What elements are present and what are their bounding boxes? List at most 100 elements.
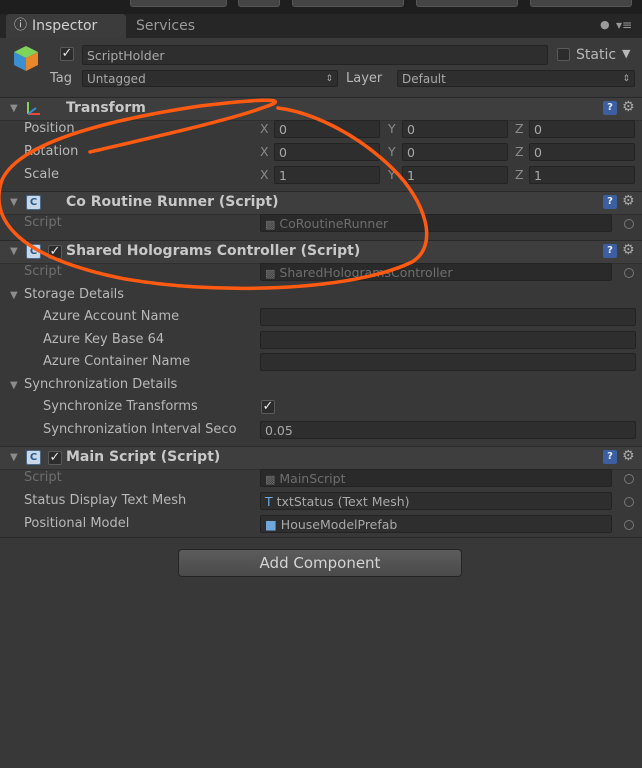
gameobject-cube-icon: [14, 46, 38, 71]
storage-fold-arrow-icon[interactable]: ▼: [10, 290, 18, 301]
toolbar-button-4[interactable]: [416, 0, 518, 7]
prefab-cube-icon: ■: [265, 517, 277, 532]
object-name-input[interactable]: ScriptHolder: [82, 45, 548, 65]
main-script-enabled-checkbox[interactable]: ✓: [48, 451, 62, 465]
azure-account-name-input[interactable]: [260, 308, 636, 326]
tab-inspector-label: Inspector: [32, 18, 98, 34]
static-dropdown-arrow-icon[interactable]: ▼: [622, 47, 630, 60]
co-routine-script-label: Script: [24, 215, 62, 230]
axis-y-label: Y: [388, 167, 396, 182]
main-script-field: ▩ MainScript: [260, 469, 612, 487]
script-asset-icon: ▩: [265, 473, 276, 486]
shared-script-value: SharedHologramsController: [279, 265, 453, 280]
gear-icon[interactable]: ⚙: [622, 448, 635, 464]
object-picker-icon[interactable]: [624, 497, 634, 507]
positional-model-value: HouseModelPrefab: [280, 517, 398, 532]
object-picker-icon[interactable]: [624, 474, 634, 484]
static-label: Static: [576, 47, 617, 63]
axis-y-label: Y: [388, 121, 396, 136]
sync-fold-arrow-icon[interactable]: ▼: [10, 380, 18, 391]
layer-value: Default: [402, 72, 446, 86]
synchronization-details-label[interactable]: Synchronization Details: [24, 377, 177, 392]
tab-inspector[interactable]: ⓘ Inspector: [6, 14, 126, 38]
gear-icon[interactable]: ⚙: [622, 193, 635, 209]
transform-title: Transform: [66, 100, 146, 116]
static-checkbox[interactable]: [557, 48, 570, 61]
storage-details-label[interactable]: Storage Details: [24, 287, 124, 302]
lock-icon[interactable]: ●: [600, 18, 610, 31]
script-asset-icon: ▩: [265, 218, 276, 231]
synchronize-transforms-label: Synchronize Transforms: [43, 399, 198, 414]
inspector-tab-icon: ⓘ: [14, 18, 28, 33]
tag-label: Tag: [50, 71, 73, 86]
status-display-field[interactable]: T txtStatus (Text Mesh): [260, 492, 612, 510]
tab-services-label: Services: [136, 18, 196, 34]
shared-holograms-header[interactable]: ▼ C ✓ Shared Holograms Controller (Scrip…: [0, 240, 642, 264]
help-book-icon[interactable]: ?: [603, 450, 617, 464]
script-component-icon: C: [26, 195, 41, 210]
sync-interval-label: Synchronization Interval Seco: [43, 422, 237, 437]
object-picker-icon[interactable]: [624, 268, 634, 278]
toolbar-button-2[interactable]: [238, 0, 280, 7]
co-routine-runner-header[interactable]: ▼ C Co Routine Runner (Script) ? ⚙: [0, 191, 642, 215]
toolbar-button-3[interactable]: [292, 0, 404, 7]
axis-y-label: Y: [388, 144, 396, 159]
co-routine-runner-title: Co Routine Runner (Script): [66, 194, 279, 210]
axis-x-label: X: [260, 121, 269, 136]
fold-arrow-icon[interactable]: ▼: [10, 246, 18, 257]
positional-model-field[interactable]: ■ HouseModelPrefab: [260, 515, 612, 533]
fold-arrow-icon[interactable]: ▼: [10, 452, 18, 463]
layer-dropdown[interactable]: Default ⇕: [397, 70, 635, 87]
synchronize-transforms-checkbox[interactable]: ✓: [261, 400, 275, 414]
scale-y-field[interactable]: 1: [402, 166, 508, 184]
rotation-y-field[interactable]: 0: [402, 143, 508, 161]
script-component-icon: C: [26, 450, 41, 465]
help-book-icon[interactable]: ?: [603, 101, 617, 115]
axis-z-label: Z: [515, 167, 524, 182]
tab-menu-icon[interactable]: ▾≡: [616, 18, 632, 32]
position-label: Position: [24, 121, 75, 136]
shared-holograms-title: Shared Holograms Controller (Script): [66, 243, 361, 259]
toolbar-button-5[interactable]: [530, 0, 632, 7]
position-x-field[interactable]: 0: [274, 120, 380, 138]
azure-container-name-label: Azure Container Name: [43, 354, 191, 369]
main-script-header[interactable]: ▼ C ✓ Main Script (Script) ? ⚙: [0, 446, 642, 470]
main-script-value: MainScript: [279, 471, 346, 486]
divider: [0, 537, 642, 538]
object-picker-icon[interactable]: [624, 520, 634, 530]
toolbar-button-1[interactable]: [130, 0, 227, 7]
add-component-button[interactable]: Add Component: [178, 549, 462, 577]
axis-x-label: X: [260, 144, 269, 159]
scale-x-field[interactable]: 1: [274, 166, 380, 184]
object-active-checkbox[interactable]: ✓: [60, 47, 74, 61]
scale-z-field[interactable]: 1: [529, 166, 635, 184]
transform-header[interactable]: ▼ Transform ? ⚙: [0, 97, 642, 121]
azure-key-input[interactable]: [260, 331, 636, 349]
azure-key-label: Azure Key Base 64: [43, 332, 165, 347]
azure-container-name-input[interactable]: [260, 353, 636, 371]
main-script-label: Script: [24, 470, 62, 485]
rotation-x-field[interactable]: 0: [274, 143, 380, 161]
sync-interval-input[interactable]: 0.05: [260, 421, 636, 439]
gear-icon[interactable]: ⚙: [622, 242, 635, 258]
position-z-field[interactable]: 0: [529, 120, 635, 138]
tab-services[interactable]: Services: [136, 14, 236, 38]
co-routine-script-value: CoRoutineRunner: [279, 216, 389, 231]
script-asset-icon: ▩: [265, 267, 276, 280]
axis-x-label: X: [260, 167, 269, 182]
help-book-icon[interactable]: ?: [603, 195, 617, 209]
object-picker-icon[interactable]: [624, 219, 634, 229]
tag-dropdown[interactable]: Untagged ⇕: [82, 70, 338, 87]
scale-label: Scale: [24, 167, 59, 182]
fold-arrow-icon[interactable]: ▼: [10, 103, 18, 114]
help-book-icon[interactable]: ?: [603, 244, 617, 258]
axis-z-label: Z: [515, 121, 524, 136]
shared-script-label: Script: [24, 264, 62, 279]
position-y-field[interactable]: 0: [402, 120, 508, 138]
rotation-z-field[interactable]: 0: [529, 143, 635, 161]
fold-arrow-icon[interactable]: ▼: [10, 197, 18, 208]
tag-dropdown-arrow-icon: ⇕: [325, 74, 333, 84]
gear-icon[interactable]: ⚙: [622, 99, 635, 115]
azure-account-name-label: Azure Account Name: [43, 309, 180, 324]
shared-holograms-enabled-checkbox[interactable]: ✓: [48, 245, 62, 259]
